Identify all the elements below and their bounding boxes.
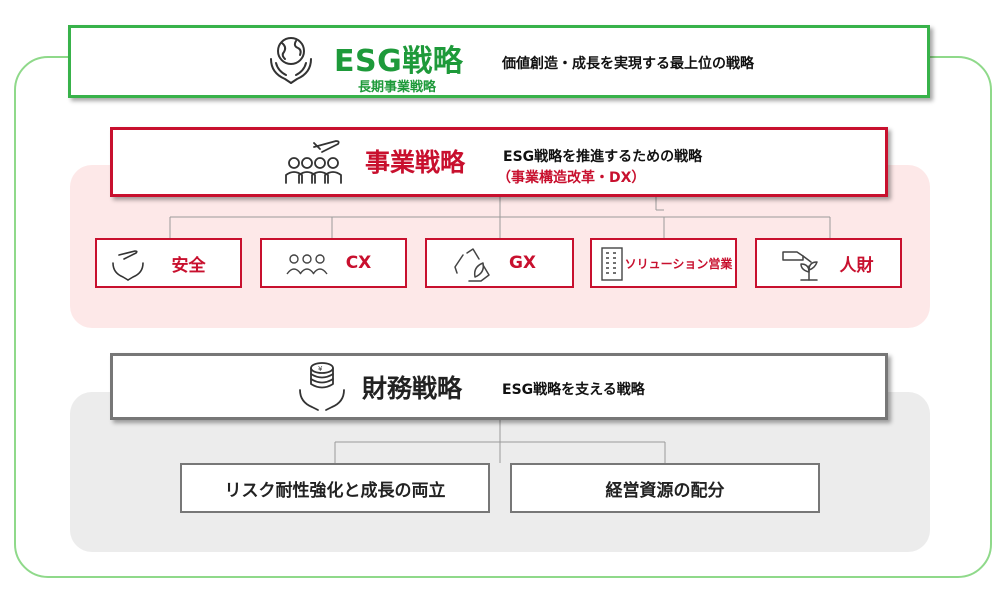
business-note: （事業構造改革・DX） [497,170,646,186]
recycle-leaf-icon [454,248,490,282]
people-icon [286,254,328,275]
business-item-gx: GX [425,238,574,288]
esg-strategy-box [68,25,930,98]
business-item-label: ソリューション営業 [624,256,733,271]
business-item-human-capital: 人財 [755,238,902,288]
watering-plant-icon [782,251,818,281]
business-item-label: 人財 [839,255,874,276]
business-item-label: 安全 [171,255,206,276]
business-description: ESG戦略を推進するための戦略 [503,149,703,165]
finance-title: 財務戦略 [362,374,463,403]
business-item-solution-sales: ソリューション営業 [590,238,737,288]
hands-plane-icon [112,250,144,281]
building-icon [601,247,623,281]
business-item-label: GX [508,253,537,273]
hands-coins-icon: ¥ [299,362,345,411]
finance-item-resource-allocation: 経営資源の配分 [510,463,820,513]
finance-item-label: 経営資源の配分 [605,480,725,501]
esg-description: 価値創造・成長を実現する最上位の戦略 [502,56,754,72]
business-item-cx: CX [260,238,407,288]
finance-item-risk-growth: リスク耐性強化と成長の両立 [180,463,490,513]
esg-subtitle: 長期事業戦略 [358,80,437,95]
finance-strategy-box [110,353,888,420]
finance-item-label: リスク耐性強化と成長の両立 [224,480,446,501]
hands-globe-icon [270,37,312,84]
business-title: 事業戦略 [365,148,466,177]
business-item-label: CX [345,253,372,273]
finance-description: ESG戦略を支える戦略 [502,382,645,398]
business-item-safety: 安全 [95,238,242,288]
esg-title: ESG戦略 [334,44,464,79]
svg-text:¥: ¥ [318,365,323,373]
people-plane-icon [285,140,342,184]
